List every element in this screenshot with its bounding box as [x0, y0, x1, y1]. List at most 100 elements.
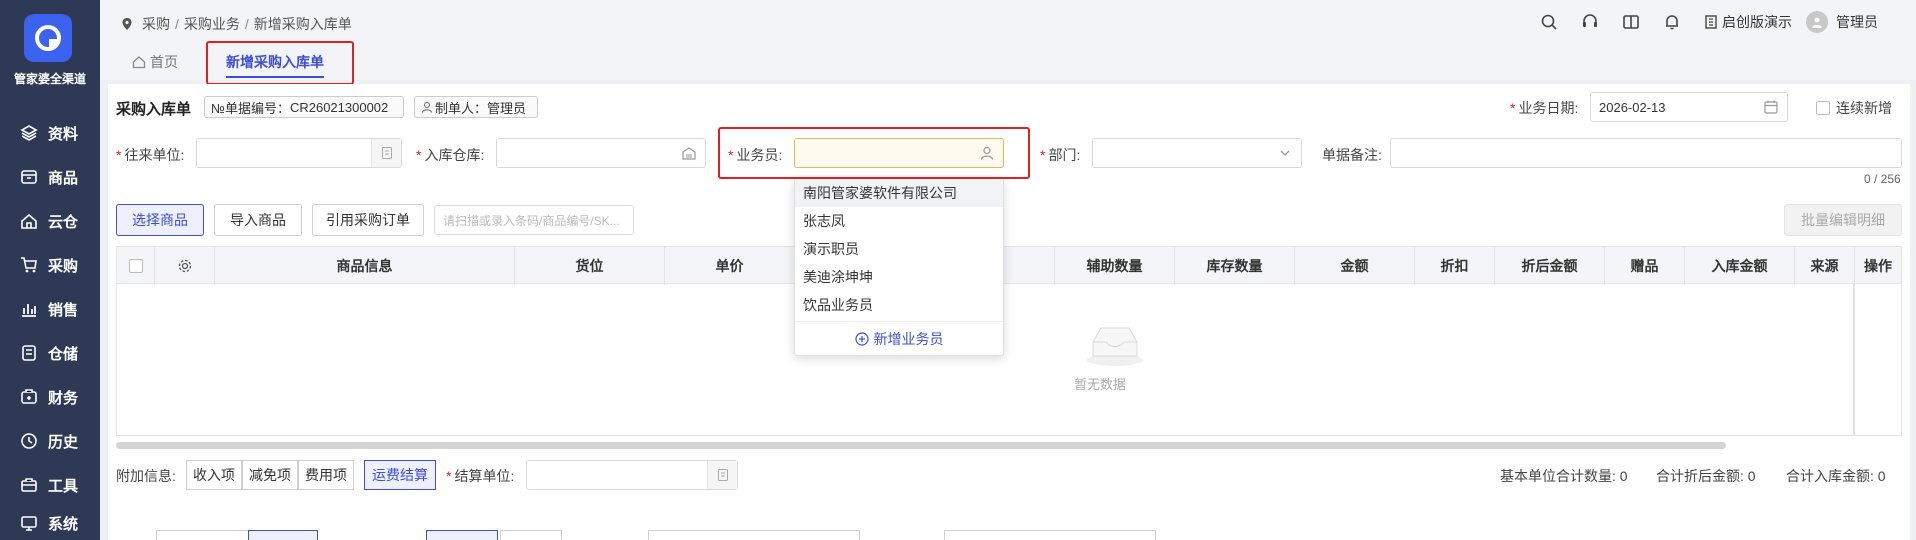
bar-chart-icon	[22, 304, 36, 317]
sidebar-item-storage[interactable]: 仓储	[0, 338, 100, 368]
page-title: 采购入库单	[116, 101, 192, 118]
scan-barcode-input[interactable]: 请扫描或录入条码/商品编号/SK...	[434, 205, 634, 235]
sidebar-item-label: 资料	[48, 125, 79, 143]
total-inbound-amount: 合计入库金额: 0	[1786, 468, 1886, 484]
column-discount: 折扣	[1415, 247, 1495, 285]
breadcrumb-item[interactable]: 采购	[142, 14, 170, 34]
bell-icon[interactable]	[1662, 12, 1682, 32]
sidebar-item-finance[interactable]: 财务	[0, 382, 100, 412]
layers-icon	[20, 125, 38, 141]
creator-value: 管理员	[487, 100, 527, 116]
column-settings-cell	[155, 247, 215, 285]
home-icon	[132, 56, 146, 69]
sidebar-item-label: 系统	[48, 515, 79, 533]
segment-reduction[interactable]: 减免项	[242, 460, 298, 490]
building-icon	[1705, 15, 1717, 29]
sidebar-item-label: 仓储	[48, 345, 79, 363]
sidebar-item-label: 财务	[48, 389, 79, 407]
column-source: 来源	[1795, 247, 1855, 285]
empty-text: 暂无数据	[1074, 377, 1127, 392]
dropdown-option[interactable]: 演示职员	[795, 235, 1003, 263]
sidebar-item-data[interactable]: 资料	[0, 118, 100, 148]
sidebar-item-label: 云仓	[48, 213, 79, 231]
segment-freight-settlement[interactable]: 运费结算	[364, 460, 436, 490]
ref-purchase-order-button[interactable]: 引用采购订单	[312, 204, 424, 236]
biz-date-value: 2026-02-13	[1599, 99, 1666, 115]
column-amount: 金额	[1295, 247, 1415, 285]
sidebar-item-history[interactable]: 历史	[0, 426, 100, 456]
remark-label: 单据备注:	[1322, 147, 1382, 163]
brand-name: 管家婆全渠道	[13, 72, 86, 86]
storage-icon	[22, 345, 36, 361]
biz-date-label: * 业务日期:	[1510, 100, 1579, 116]
segment-expense[interactable]: 费用项	[298, 460, 354, 490]
warehouse-input[interactable]	[496, 138, 706, 168]
dropdown-option[interactable]: 美迪涂坤坤	[795, 263, 1003, 291]
sidebar-item-purchase[interactable]: 采购	[0, 250, 100, 280]
settle-unit-picker-button[interactable]	[707, 461, 737, 489]
edition-switch[interactable]: 启创版演示	[1703, 12, 1792, 32]
breadcrumb-item[interactable]: 采购业务	[184, 14, 240, 34]
import-goods-button[interactable]: 导入商品	[214, 204, 302, 236]
total-discounted-amount: 合计折后金额: 0	[1656, 468, 1756, 484]
dropdown-option[interactable]: 饮品业务员	[795, 291, 1003, 319]
book-icon[interactable]	[1621, 12, 1641, 32]
supplier-label: * 往来单位:	[116, 147, 185, 163]
tab-home[interactable]: 首页	[132, 44, 178, 80]
creator-label: 制单人：	[435, 100, 488, 116]
sidebar-item-label: 商品	[48, 169, 79, 187]
sidebar-item-tools[interactable]: 工具	[0, 470, 100, 500]
select-all-checkbox[interactable]	[128, 259, 143, 273]
customer-service-icon[interactable]	[1580, 12, 1600, 32]
logo-icon[interactable]	[24, 14, 72, 62]
salesman-dropdown: 南阳管家婆软件有限公司 张志凤 演示职员 美迪涂坤坤 饮品业务员 新增业务员	[794, 178, 1004, 356]
avatar[interactable]	[1806, 11, 1828, 33]
user-name[interactable]: 管理员	[1836, 12, 1878, 32]
breadcrumb-current: 新增采购入库单	[253, 16, 352, 32]
breadcrumb: 采购 / 采购业务 / 新增采购入库单	[120, 14, 352, 34]
select-goods-button[interactable]: 选择商品	[116, 204, 204, 236]
search-icon[interactable]	[1539, 12, 1559, 32]
dropdown-option[interactable]: 张志凤	[795, 207, 1003, 235]
column-action: 操作	[1864, 258, 1892, 274]
monitor-icon	[21, 516, 37, 531]
table-header: 商品信息 货位 单价 辅助数量 库存数量 金额 折扣 折后金额 赠品 入库金额 …	[116, 246, 1902, 285]
edition-label: 启创版演示	[1722, 14, 1792, 30]
continuous-add-checkbox[interactable]	[1816, 101, 1830, 115]
add-salesman-button[interactable]: 新增业务员	[795, 321, 1003, 355]
box-icon	[21, 170, 37, 184]
next-form-row	[108, 522, 1910, 540]
creator-chip: 制单人： 管理员	[414, 96, 538, 118]
clock-icon	[21, 433, 37, 449]
empty-inbox-icon	[1087, 327, 1143, 366]
gear-icon[interactable]	[177, 258, 193, 274]
sidebar-item-goods[interactable]: 商品	[0, 162, 100, 192]
sidebar-item-sales[interactable]: 销售	[0, 294, 100, 324]
supplier-input[interactable]	[196, 138, 402, 168]
segment-income[interactable]: 收入项	[186, 460, 242, 490]
chevron-down-icon	[1280, 150, 1290, 156]
wallet-icon	[21, 389, 37, 404]
settle-unit-label: * 结算单位:	[446, 468, 515, 484]
tab-bar: 首页 新增采购入库单	[100, 44, 1916, 80]
remark-input[interactable]	[1390, 138, 1902, 168]
cart-icon	[21, 257, 37, 273]
cloud-house-icon	[21, 213, 37, 229]
warehouse-icon	[682, 147, 696, 160]
sidebar-item-cloud-warehouse[interactable]: 云仓	[0, 206, 100, 236]
column-location: 货位	[515, 247, 665, 285]
document-icon	[717, 469, 728, 481]
settle-unit-input[interactable]	[526, 460, 738, 490]
select-all-cell	[117, 247, 155, 285]
biz-date-input[interactable]: 2026-02-13	[1590, 92, 1788, 122]
doc-number-label: №单据编号：	[211, 100, 290, 116]
batch-edit-button[interactable]: 批量编辑明细	[1784, 204, 1902, 236]
supplier-picker-button[interactable]	[371, 139, 401, 167]
dropdown-option[interactable]: 南阳管家婆软件有限公司	[795, 179, 1003, 207]
doc-number-chip: №单据编号： CR26021300002	[204, 96, 404, 118]
department-select[interactable]	[1092, 138, 1302, 168]
column-goods-info: 商品信息	[215, 247, 515, 285]
add-salesman-label: 新增业务员	[873, 330, 944, 347]
sidebar-item-system[interactable]: 系统	[0, 508, 100, 538]
horizontal-scrollbar[interactable]	[116, 442, 1726, 449]
